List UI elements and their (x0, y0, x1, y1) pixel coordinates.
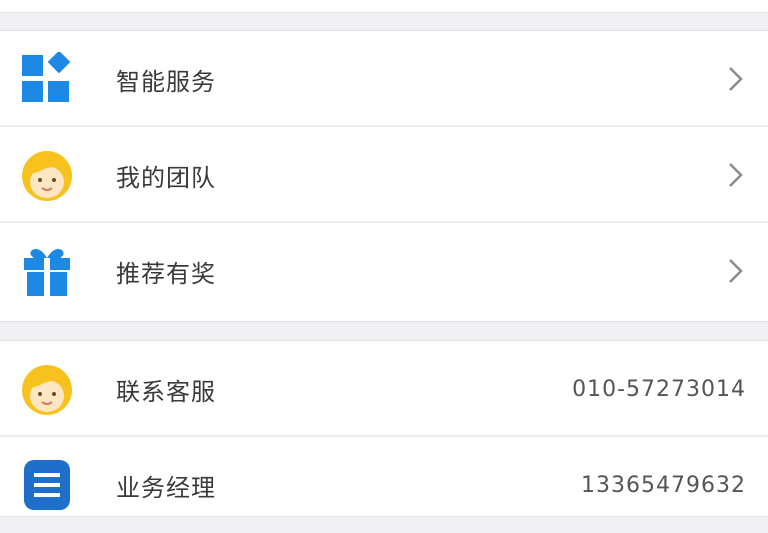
menu-group: 智能服务 我的团队 推荐有奖 (0, 30, 768, 322)
menu-item-my-team[interactable]: 我的团队 (0, 127, 768, 223)
contact-label: 业务经理 (116, 473, 216, 502)
team-face-icon (20, 148, 74, 202)
customer-service-face-icon (20, 362, 74, 416)
manager-list-icon (20, 458, 74, 512)
menu-item-referral-reward[interactable]: 推荐有奖 (0, 223, 768, 319)
gift-icon (20, 244, 74, 298)
chevron-right-icon (729, 163, 743, 187)
chevron-right-icon (729, 259, 743, 283)
top-card (0, 0, 768, 13)
menu-item-label: 我的团队 (116, 163, 216, 192)
contact-account-manager[interactable]: 业务经理 13365479632 (0, 437, 768, 533)
contact-label: 联系客服 (116, 377, 216, 406)
account-manager-phone[interactable]: 13365479632 (581, 473, 746, 498)
chevron-right-icon (729, 67, 743, 91)
contact-customer-service[interactable]: 联系客服 010-57273014 (0, 341, 768, 437)
menu-item-smart-service[interactable]: 智能服务 (0, 31, 768, 127)
grid-apps-icon (20, 52, 74, 106)
customer-service-phone[interactable]: 010-57273014 (572, 377, 746, 402)
menu-item-label: 推荐有奖 (116, 259, 216, 288)
menu-item-label: 智能服务 (116, 67, 216, 96)
contact-group: 联系客服 010-57273014 业务经理 13365479632 (0, 340, 768, 517)
